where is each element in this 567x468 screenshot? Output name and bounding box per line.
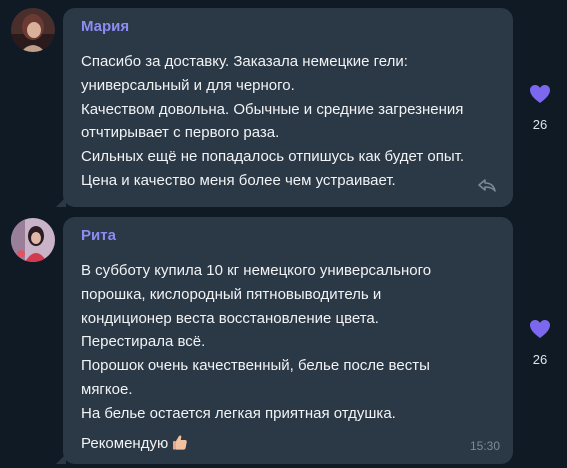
message-time: 15:30 [469,439,500,453]
message-bubble: Мария Спасибо за доставку. Заказала неме… [56,8,513,207]
reaction-heart[interactable]: 26 [525,84,555,132]
avatar-maria[interactable] [11,8,55,52]
reaction-count: 26 [532,117,548,132]
message-bubble: Рита В субботу купила 10 кг немецкого ун… [56,217,513,464]
thumbs-up-icon [172,434,188,459]
avatar-rita[interactable] [11,218,55,262]
message-text: В субботу купила 10 кг немецкого универс… [81,262,432,422]
message-last-line-text: Рекомендую [81,434,169,452]
heart-icon [530,85,550,103]
message-text: Спасибо за доставку. Заказала немецкие г… [81,53,464,189]
heart-icon [530,320,550,338]
sender-name[interactable]: Рита [81,227,495,245]
reply-icon[interactable] [477,177,497,193]
sender-name[interactable]: Мария [81,18,495,36]
reaction-count: 26 [532,352,548,367]
reaction-heart[interactable]: 26 [525,319,555,367]
message-last-line: Рекомендую [81,432,495,459]
